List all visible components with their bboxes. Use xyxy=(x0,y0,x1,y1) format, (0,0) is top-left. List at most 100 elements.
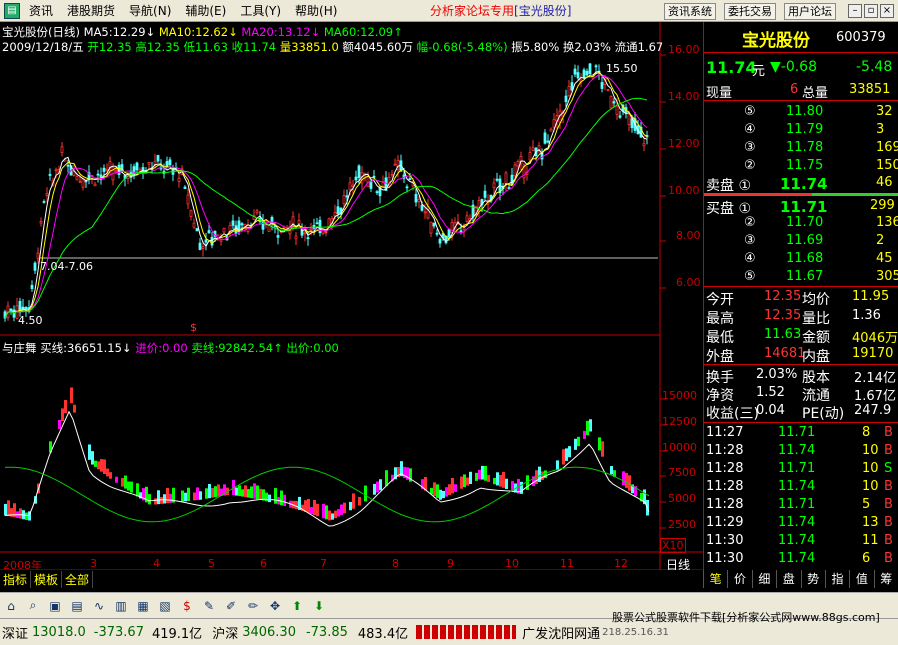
candle-body xyxy=(192,222,196,228)
tick-side: B xyxy=(884,533,893,548)
pencil-icon[interactable]: ✏ xyxy=(243,596,263,616)
sell1-vol: 46 xyxy=(876,175,893,190)
stat-value: 11.95 xyxy=(852,289,890,304)
tab-template[interactable]: 模板 xyxy=(31,570,63,588)
indicator-bar xyxy=(7,500,10,517)
indicator-bar xyxy=(505,478,508,489)
indicator-name[interactable]: 与庄舞 xyxy=(2,341,37,355)
formula-icon[interactable]: ▧ xyxy=(155,596,175,616)
stat-label: 最低 xyxy=(706,330,734,346)
candle-body xyxy=(393,163,397,166)
tab-indicator[interactable]: 指标 xyxy=(0,570,32,588)
trade-button[interactable]: 委托交易 xyxy=(724,3,776,20)
tab-index[interactable]: 指 xyxy=(824,570,850,588)
trend-icon[interactable]: ∿ xyxy=(89,596,109,616)
quote-panel: 宝光股份 600379 11.74 元 ▼-0.68 -5.48 现量 6 总量… xyxy=(703,22,898,570)
indicator-bar xyxy=(622,471,625,486)
tab-value[interactable]: 值 xyxy=(849,570,874,588)
draw-icon[interactable]: ✐ xyxy=(221,596,241,616)
tick-price: 11.71 xyxy=(778,425,816,440)
tab-detail[interactable]: 细 xyxy=(751,570,777,588)
tab-trades[interactable]: 笔 xyxy=(703,570,728,588)
indicator-bar xyxy=(250,486,253,499)
month-label: 11 xyxy=(560,557,574,570)
tab-price[interactable]: 价 xyxy=(727,570,752,588)
forum-button[interactable]: 用户论坛 xyxy=(784,3,836,20)
indicator-bar xyxy=(259,488,262,500)
current-price: 11.74 xyxy=(706,58,757,77)
tab-trend[interactable]: 势 xyxy=(800,570,825,588)
indicator-bar xyxy=(586,420,589,436)
move-icon[interactable]: ✥ xyxy=(265,596,285,616)
info-system-button[interactable]: 资讯系统 xyxy=(664,3,716,20)
tab-all[interactable]: 全部 xyxy=(62,570,94,588)
stat-label: 股本 xyxy=(802,370,830,386)
indicator-bar xyxy=(91,451,94,465)
etf-icon[interactable]: ▤ xyxy=(67,596,87,616)
y-tick: 14.00 xyxy=(668,90,700,103)
indicator-bar xyxy=(496,472,499,486)
sell-level-idx: ④ xyxy=(744,122,756,137)
indicator-bar xyxy=(274,488,277,504)
tick-price: 11.74 xyxy=(778,533,816,548)
tick-side: B xyxy=(884,497,893,512)
ma20-label: MA20:13.12↓ xyxy=(241,25,321,39)
candle-body xyxy=(36,252,40,259)
indicator-bar xyxy=(316,503,319,517)
search-icon[interactable]: ⌕ xyxy=(23,596,43,616)
candle-body xyxy=(573,68,577,75)
bar-high: 高12.35 xyxy=(135,40,180,54)
menu-item-navigate[interactable]: 导航(N) xyxy=(122,0,178,22)
tab-chips[interactable]: 筹 xyxy=(873,570,898,588)
ma5-line xyxy=(4,70,648,319)
sell-vol: 3 xyxy=(876,122,885,137)
restore-icon[interactable]: ▫ xyxy=(864,4,878,18)
stat-label: 内盘 xyxy=(802,349,830,365)
candle-body xyxy=(594,65,598,68)
stat-value: 12.35 xyxy=(764,289,802,304)
data-icon[interactable]: ▣ xyxy=(45,596,65,616)
stat-label: 净资 xyxy=(706,388,734,404)
menu-item-assist[interactable]: 辅助(E) xyxy=(178,0,233,22)
sh-label: 沪深 xyxy=(212,626,239,642)
candle-body xyxy=(30,284,34,290)
candle-body xyxy=(294,235,298,240)
menu-item-help[interactable]: 帮助(H) xyxy=(288,0,344,22)
kline-chart[interactable] xyxy=(0,22,703,570)
stat-label: 今开 xyxy=(706,292,734,308)
tick-row: 11:28 11.71 10 S xyxy=(704,461,898,479)
tools-icon[interactable]: ✎ xyxy=(199,596,219,616)
close-icon[interactable]: × xyxy=(880,4,894,18)
arrow-up-icon[interactable]: ⬆ xyxy=(287,596,307,616)
market-breadth-icon xyxy=(416,625,517,639)
sh-change: -73.85 xyxy=(305,624,348,640)
sell1-label: 卖盘 ① xyxy=(706,178,752,194)
app-icon[interactable]: ▤ xyxy=(4,2,20,19)
indicator-bar xyxy=(433,482,436,497)
home-icon[interactable]: ⌂ xyxy=(1,596,21,616)
menu-item-tools[interactable]: 工具(Y) xyxy=(233,0,288,22)
arrow-down-icon[interactable]: ⬇ xyxy=(309,596,329,616)
rsi-icon[interactable]: ▥ xyxy=(111,596,131,616)
ma10-line xyxy=(4,72,648,319)
candle-body xyxy=(405,186,409,189)
minimize-icon[interactable]: – xyxy=(848,4,862,18)
money-icon[interactable]: $ xyxy=(177,596,197,616)
kline-icon[interactable]: ▦ xyxy=(133,596,153,616)
menu-item-hk-futures[interactable]: 港股期货 xyxy=(60,0,122,22)
sell-row: ③ 11.78 169 xyxy=(704,140,898,158)
menu-item-info[interactable]: 资讯 xyxy=(22,0,60,22)
tick-price: 11.74 xyxy=(778,551,816,566)
candle-body xyxy=(588,63,592,75)
indicator-bar xyxy=(88,444,91,460)
indicator-bar xyxy=(451,478,454,494)
buy-ratio-bar xyxy=(812,193,898,196)
sell-vol: 32 xyxy=(876,104,893,119)
tick-time: 11:27 xyxy=(706,425,744,440)
tick-vol: 10 xyxy=(862,479,879,494)
chart-area[interactable]: 宝光股份(日线) MA5:12.29↓ MA10:12.62↓ MA20:13.… xyxy=(0,22,703,572)
tab-book[interactable]: 盘 xyxy=(776,570,801,588)
buy-price: 11.70 xyxy=(786,215,824,230)
candle-body xyxy=(447,229,451,238)
tick-time: 11:28 xyxy=(706,461,744,476)
